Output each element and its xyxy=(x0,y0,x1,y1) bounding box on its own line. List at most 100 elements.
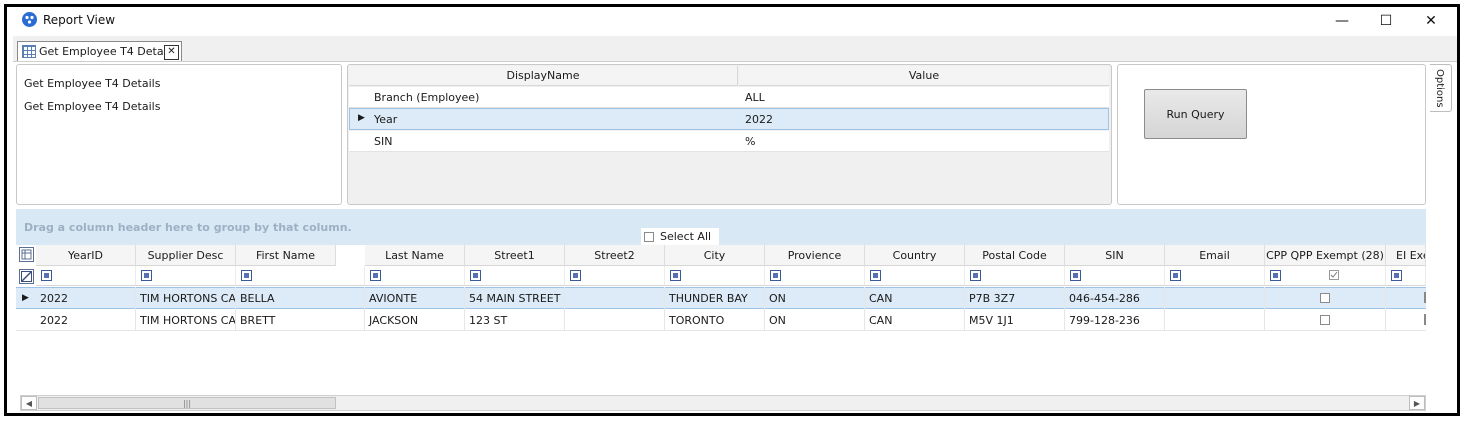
grid-icon xyxy=(22,45,36,58)
cell-last-name[interactable]: AVIONTE xyxy=(365,287,465,309)
cell-last-name[interactable]: JACKSON xyxy=(365,309,465,331)
scroll-thumb[interactable]: ||| xyxy=(38,397,336,409)
report-list-item[interactable]: Get Employee T4 Details xyxy=(24,77,160,90)
scroll-left-button[interactable]: ◀ xyxy=(21,396,37,410)
filter-cell[interactable] xyxy=(665,266,765,286)
column-chooser-icon[interactable] xyxy=(19,247,34,262)
cell-yearid[interactable]: 2022 xyxy=(36,287,136,309)
cell-street1[interactable]: 123 ST xyxy=(465,309,565,331)
cell-city[interactable]: TORONTO xyxy=(665,309,765,331)
col-header-supplier-desc[interactable]: Supplier Desc xyxy=(136,245,236,266)
filter-icon[interactable] xyxy=(1170,270,1181,281)
cell-ei-exempt[interactable] xyxy=(1386,287,1426,309)
cell-country[interactable]: CAN xyxy=(865,309,965,331)
cell-cpp-qpp-exempt[interactable] xyxy=(1265,287,1386,309)
filter-icon[interactable] xyxy=(241,270,252,281)
filter-icon[interactable] xyxy=(470,270,481,281)
col-header-yearid[interactable]: YearID xyxy=(36,245,136,266)
param-row-selected[interactable]: ▶ Year 2022 xyxy=(349,108,1109,130)
col-header-ei-exempt[interactable]: EI Exe xyxy=(1386,245,1426,266)
col-header-country[interactable]: Country xyxy=(865,245,965,266)
filter-cell[interactable] xyxy=(1386,266,1426,286)
filter-cell[interactable] xyxy=(1165,266,1265,286)
cell-first-name[interactable]: BRETT xyxy=(236,309,365,331)
close-button[interactable]: ✕ xyxy=(1409,8,1453,34)
cell-sin[interactable]: 046-454-286 xyxy=(1065,287,1165,309)
filter-checkbox-checked[interactable] xyxy=(1329,270,1339,280)
select-all-checkbox[interactable] xyxy=(644,231,654,242)
col-header-first-name[interactable]: First Name xyxy=(236,245,336,266)
filter-cell[interactable] xyxy=(365,266,465,286)
filter-cell[interactable] xyxy=(865,266,965,286)
cell-street2[interactable] xyxy=(565,287,665,309)
filter-icon[interactable] xyxy=(1391,270,1402,281)
col-header-sin[interactable]: SIN xyxy=(1065,245,1165,266)
param-header-displayname[interactable]: DisplayName xyxy=(349,66,738,86)
col-header-city[interactable]: City xyxy=(665,245,765,266)
cell-street2[interactable] xyxy=(565,309,665,331)
param-row[interactable]: Branch (Employee) ALL xyxy=(349,87,1109,108)
cell-postal-code[interactable]: M5V 1J1 xyxy=(965,309,1065,331)
cell-email[interactable] xyxy=(1165,287,1265,309)
param-header-value[interactable]: Value xyxy=(739,66,1109,86)
filter-icon[interactable] xyxy=(141,270,152,281)
cell-supplier-desc[interactable]: TIM HORTONS CA xyxy=(136,309,236,331)
cell-provience[interactable]: ON xyxy=(765,309,865,331)
filter-clear-icon[interactable] xyxy=(19,269,34,284)
cpp-qpp-exempt-checkbox[interactable] xyxy=(1320,315,1330,325)
filter-cell[interactable] xyxy=(36,266,136,286)
col-header-street1[interactable]: Street1 xyxy=(465,245,565,266)
filter-cell[interactable] xyxy=(565,266,665,286)
filter-icon[interactable] xyxy=(870,270,881,281)
scroll-grip-icon: ||| xyxy=(182,398,192,408)
filter-cell[interactable] xyxy=(1265,266,1386,286)
cell-postal-code[interactable]: P7B 3Z7 xyxy=(965,287,1065,309)
minimize-button[interactable]: — xyxy=(1320,8,1364,34)
param-value[interactable]: ALL xyxy=(745,91,765,104)
report-list-item[interactable]: Get Employee T4 Details xyxy=(24,100,160,113)
filter-cell[interactable] xyxy=(765,266,865,286)
cell-yearid[interactable]: 2022 xyxy=(36,309,136,331)
filter-cell[interactable] xyxy=(136,266,236,286)
cell-first-name[interactable]: BELLA xyxy=(236,287,365,309)
cell-provience[interactable]: ON xyxy=(765,287,865,309)
cell-email[interactable] xyxy=(1165,309,1265,331)
scroll-right-button[interactable]: ▶ xyxy=(1409,396,1425,410)
options-tab[interactable]: Options xyxy=(1430,64,1452,112)
filter-icon[interactable] xyxy=(970,270,981,281)
filter-cell[interactable] xyxy=(465,266,565,286)
col-header-provience[interactable]: Provience xyxy=(765,245,865,266)
filter-icon[interactable] xyxy=(1070,270,1081,281)
tab-get-employee-t4[interactable]: Get Employee T4 Details ✕ xyxy=(17,41,182,61)
cell-supplier-desc[interactable]: TIM HORTONS CA xyxy=(136,287,236,309)
run-query-button[interactable]: Run Query xyxy=(1144,89,1247,139)
tab-strip xyxy=(13,36,1457,62)
cell-ei-exempt[interactable] xyxy=(1386,309,1426,331)
param-value[interactable]: 2022 xyxy=(745,113,773,126)
cell-street1[interactable]: 54 MAIN STREET xyxy=(465,287,565,309)
param-row[interactable]: SIN % xyxy=(349,131,1109,152)
filter-cell[interactable] xyxy=(1065,266,1165,286)
col-header-street2[interactable]: Street2 xyxy=(565,245,665,266)
filter-icon[interactable] xyxy=(770,270,781,281)
filter-icon[interactable] xyxy=(370,270,381,281)
select-all[interactable]: Select All xyxy=(641,228,719,245)
filter-cell[interactable] xyxy=(965,266,1065,286)
param-value[interactable]: % xyxy=(745,135,755,148)
filter-icon[interactable] xyxy=(1270,270,1281,281)
filter-icon[interactable] xyxy=(41,270,52,281)
cell-cpp-qpp-exempt[interactable] xyxy=(1265,309,1386,331)
maximize-button[interactable]: ☐ xyxy=(1364,8,1408,34)
col-header-postal-code[interactable]: Postal Code xyxy=(965,245,1065,266)
filter-cell[interactable] xyxy=(236,266,365,286)
tab-close-icon[interactable]: ✕ xyxy=(164,45,179,60)
col-header-email[interactable]: Email xyxy=(1165,245,1265,266)
col-header-cpp-qpp-exempt[interactable]: CPP QPP Exempt (28) xyxy=(1265,245,1386,266)
cell-city[interactable]: THUNDER BAY xyxy=(665,287,765,309)
col-header-last-name[interactable]: Last Name xyxy=(365,245,465,266)
cell-sin[interactable]: 799-128-236 xyxy=(1065,309,1165,331)
filter-icon[interactable] xyxy=(670,270,681,281)
cell-country[interactable]: CAN xyxy=(865,287,965,309)
cpp-qpp-exempt-checkbox[interactable] xyxy=(1320,293,1330,303)
filter-icon[interactable] xyxy=(570,270,581,281)
